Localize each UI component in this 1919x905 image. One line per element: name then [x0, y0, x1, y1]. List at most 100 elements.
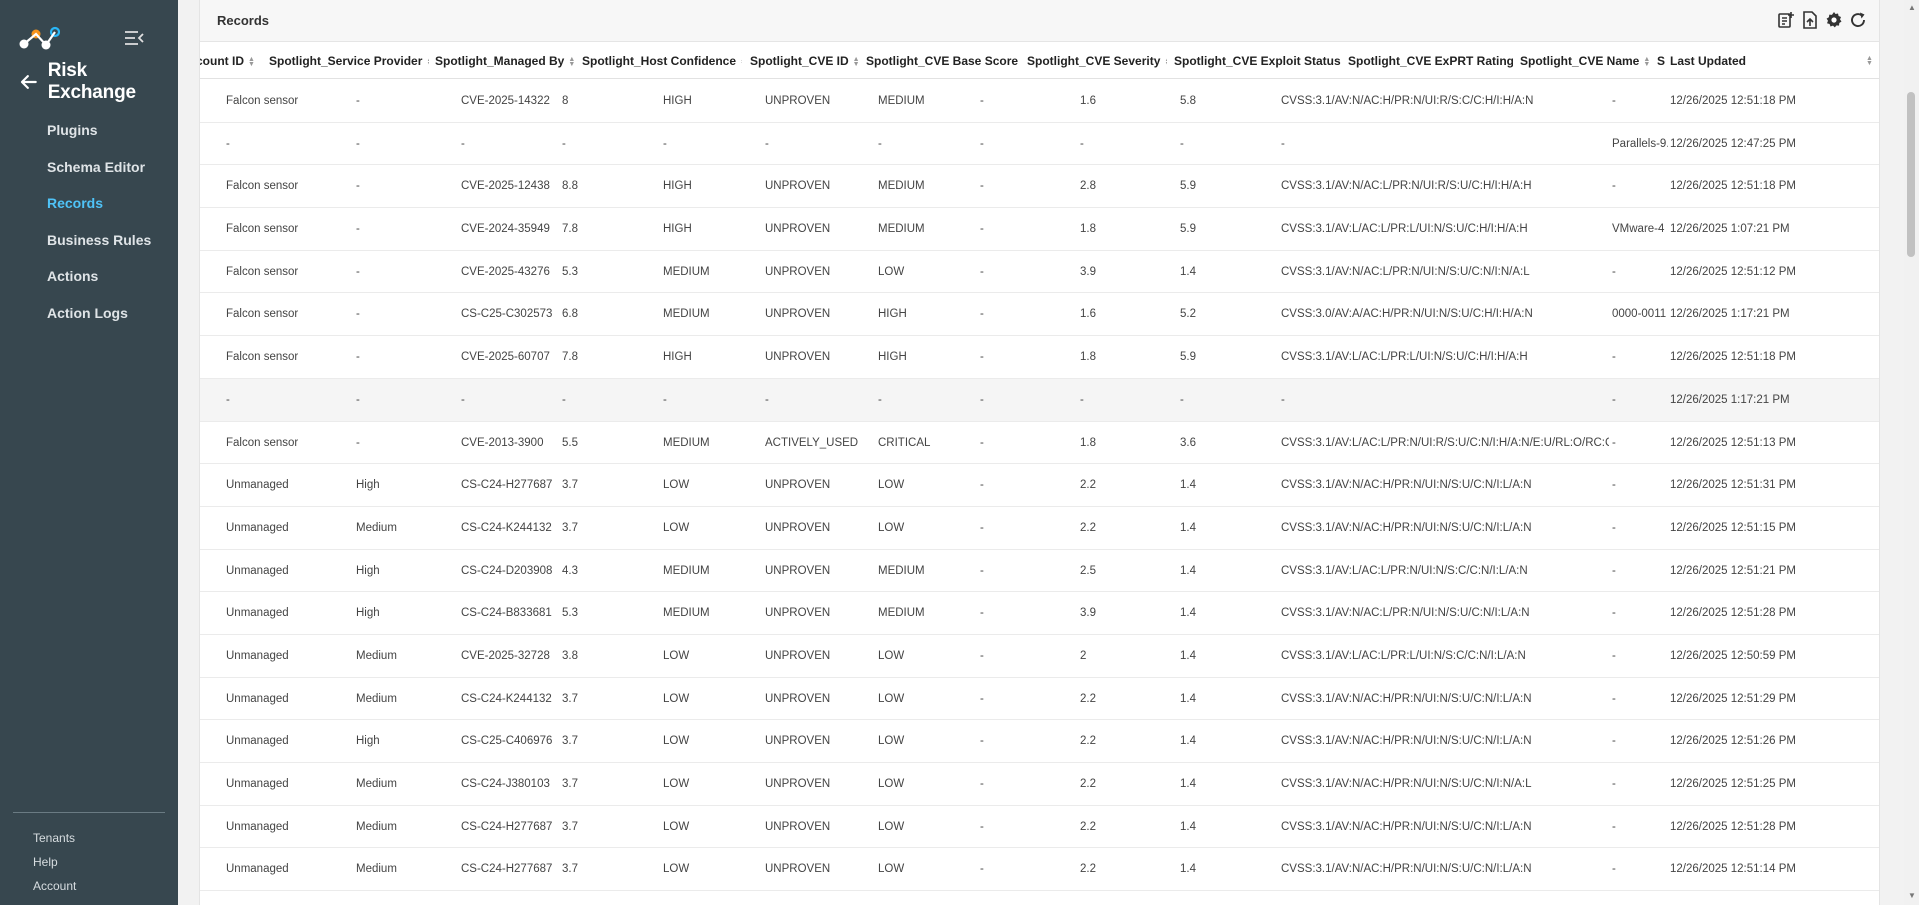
column-header[interactable]: Spotlight_Service Provider▲▼ — [269, 43, 429, 79]
sort-icon[interactable]: ▲▼ — [1866, 55, 1873, 67]
sidebar-item-account[interactable]: Account — [33, 874, 76, 898]
column-header-label: Spotlight_Service Provider — [269, 54, 423, 68]
add-record-icon[interactable] — [1777, 11, 1795, 29]
table-cell: 1.4 — [1180, 479, 1196, 492]
column-header[interactable]: Last Updated — [1670, 43, 1879, 79]
table-row[interactable]: Unmanaged Medium CS-C24-H277687 3.7 LOW UNPRO… — [200, 806, 1879, 849]
table-cell: Parallels-9. — [1612, 137, 1668, 150]
table-cell: 7.8 — [562, 351, 578, 364]
menu-collapse-icon[interactable] — [124, 30, 144, 46]
table-cell: CS-C24-K244132 — [461, 521, 552, 534]
settings-icon[interactable] — [1825, 11, 1843, 29]
column-header[interactable]: S — [1657, 43, 1669, 79]
sidebar-item-schema-editor[interactable]: Schema Editor — [0, 149, 178, 186]
table-row[interactable]: Falcon sensor - CVE-2025-12438 8.8 HIGH UNPRO… — [200, 165, 1879, 209]
table-row[interactable]: Falcon sensor - CVE-2025-60707 7.8 HIGH UNPRO… — [200, 336, 1879, 379]
sort-icon[interactable]: ▲▼ — [1164, 56, 1167, 68]
app-logo[interactable] — [18, 26, 60, 52]
table-row[interactable]: Unmanaged Medium CS-C24-J380103 3.7 LOW UNPRO… — [200, 763, 1879, 806]
sidebar-item-tenants[interactable]: Tenants — [33, 826, 76, 850]
sort-icon[interactable]: ▲▼ — [853, 56, 860, 68]
table-row[interactable]: Unmanaged High CS-C24-H277687 3.7 LOW UNPROVE… — [200, 464, 1879, 507]
table-row[interactable]: Unmanaged High CS-C24-B833681 5.3 MEDIUM UNPR… — [200, 592, 1879, 635]
table-cell: 1.4 — [1180, 564, 1196, 577]
table-cell: 12/26/2025 12:51:15 PM — [1670, 521, 1796, 534]
column-header[interactable]: Spotlight_CVE Severity▲▼ — [1027, 43, 1167, 79]
scroll-down-icon[interactable]: ▼ — [1908, 891, 1916, 900]
table-row[interactable]: Unmanaged High CS-C25-C406976 3.7 LOW UNPROVE… — [200, 720, 1879, 763]
sidebar-item-plugins[interactable]: Plugins — [0, 112, 178, 149]
table-row[interactable]: Unmanaged High CS-C24-D203908 4.3 MEDIUM UNPR… — [200, 550, 1879, 593]
table-cell: - — [356, 265, 360, 278]
table-cell: - — [1612, 564, 1616, 577]
table-cell: CVSS:3.1/AV:L/AC:L/PR:N/UI:N/S:C/C:N/I:L… — [1281, 564, 1528, 577]
back-link[interactable]: Risk Exchange — [20, 60, 178, 103]
table-cell: - — [765, 393, 769, 406]
table-cell: CVSS:3.1/AV:N/AC:H/PR:N/UI:N/S:U/C:N/I:L… — [1281, 521, 1532, 534]
table-row[interactable]: Falcon sensor - CVE-2024-35949 7.8 HIGH UNPRO… — [200, 208, 1879, 251]
records-panel: Records count ID ▲ ▼ Spotlight_Service Prov… — [199, 0, 1880, 905]
sidebar-item-help[interactable]: Help — [33, 850, 76, 874]
table-cell: Falcon sensor — [226, 436, 299, 449]
table-cell: 3.7 — [562, 735, 578, 748]
column-header[interactable]: count ID ▲ ▼ — [200, 43, 266, 79]
column-header[interactable]: Spotlight_Host Confidence ▲▼ — [582, 43, 742, 79]
refresh-icon[interactable] — [1849, 11, 1867, 29]
table-row[interactable]: Falcon sensor - CS-C25-C302573 6.8 MEDIUM UNP… — [200, 293, 1879, 337]
column-header-label: Spotlight_CVE Base Score — [866, 54, 1019, 68]
arrow-left-icon — [20, 75, 37, 89]
table-cell: HIGH — [663, 180, 692, 193]
records-table: count ID▲▼Spotlight_Service Provider▲▼Sp… — [200, 43, 1879, 905]
table-cell: - — [1612, 95, 1616, 107]
table-row[interactable]: Unmanaged Medium CS-C24-H277687 3.7 LOW UNPRO… — [200, 848, 1879, 892]
column-header[interactable]: Spotlight_CVE ID ▲ ▼ — [750, 43, 860, 79]
sidebar-item-records[interactable]: Records — [0, 185, 178, 222]
table-cell: Falcon sensor — [226, 95, 299, 107]
export-icon[interactable] — [1801, 11, 1819, 29]
table-row[interactable]: - - - - - - - - - - - - 12/26/2025 1:17:21 PM — [200, 378, 1879, 422]
table-cell: - — [226, 393, 230, 406]
table-cell: - — [663, 137, 667, 150]
table-row[interactable]: Falcon sensor - CVE-2025-14322 8 HIGH UNPROVE… — [200, 80, 1879, 123]
table-cell: - — [980, 863, 984, 876]
sidebar-item-actions[interactable]: Actions — [0, 258, 178, 295]
vertical-scrollbar[interactable]: ▲ ▼ — [1904, 0, 1919, 905]
sidebar-item-business-rules[interactable]: Business Rules — [0, 222, 178, 259]
table-cell: UNPROVEN — [765, 820, 831, 833]
table-cell: CVE-2013-3900 — [461, 436, 544, 449]
table-row[interactable]: Falcon sensor - CVE-2013-3900 5.5 MEDIUM ACTI… — [200, 422, 1879, 465]
table-cell: 2.2 — [1080, 863, 1096, 876]
sidebar-item-action-logs[interactable]: Action Logs — [0, 295, 178, 332]
table-cell: CS-C24-H277687 — [461, 863, 553, 876]
sort-icon[interactable]: ▲▼ — [740, 56, 742, 68]
sort-icon[interactable]: ▲▼ — [248, 56, 255, 68]
sort-icon[interactable]: ▲▼ — [1643, 56, 1650, 68]
table-cell: CRITICAL — [878, 436, 931, 449]
column-header[interactable]: Spotlight_CVE Base Score▲▼ — [866, 43, 1021, 79]
table-cell: 6.8 — [562, 308, 578, 321]
table-row[interactable]: Unmanaged Medium CS-C24-K244132 3.7 LOW UNPRO… — [200, 507, 1879, 550]
sort-icon[interactable]: ▲▼ — [568, 56, 575, 68]
table-cell: CVSS:3.0/AV:A/AC:H/PR:N/UI:N/S:U/C:H/I:H… — [1281, 308, 1533, 321]
table-row[interactable]: Unmanaged Medium CVE-2025-32728 3.8 LOW UNPRO… — [200, 635, 1879, 678]
scrollbar-thumb[interactable] — [1907, 92, 1915, 257]
table-cell: - — [356, 351, 360, 364]
table-cell: - — [980, 778, 984, 790]
table-cell: UNPROVEN — [765, 649, 831, 662]
table-cell: - — [980, 479, 984, 492]
table-cell: 2.2 — [1080, 735, 1096, 748]
table-row[interactable]: Falcon sensor - CVE-2025-43276 5.3 MEDIUM UNP… — [200, 251, 1879, 294]
sort-icon[interactable]: ▲▼ — [426, 56, 429, 68]
table-cell: CVSS:3.1/AV:L/AC:L/PR:N/UI:R/S:U/C:N/I:H… — [1281, 436, 1609, 449]
table-cell: - — [1080, 137, 1084, 150]
column-header[interactable]: Spotlight_Managed By ▲ ▼ — [435, 43, 575, 79]
section-title: Risk Exchange — [47, 60, 136, 103]
table-row[interactable]: Unmanaged Medium CS-C24-K244132 3.7 LOW UNPRO… — [200, 678, 1879, 721]
column-header[interactable]: Spotlight_CVE Exploit Status▲▼ — [1174, 43, 1344, 79]
table-row[interactable]: - - - - - - - - - - - Parallels-9. 12/26/2025 12:47:… — [200, 123, 1879, 166]
column-header[interactable]: Spotlight_CVE Name ▲ ▼ — [1520, 43, 1650, 79]
column-header[interactable]: Spotlight_CVE ExPRT Rating▲▼ — [1348, 43, 1513, 79]
scroll-up-icon[interactable]: ▲ — [1908, 3, 1916, 12]
table-cell: MEDIUM — [663, 308, 710, 321]
table-cell: - — [1612, 393, 1616, 406]
